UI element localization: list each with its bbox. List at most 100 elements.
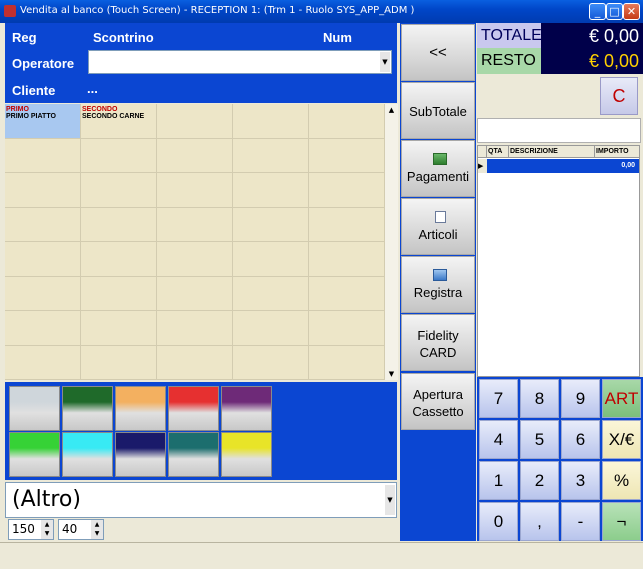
category-dropdown[interactable]: (Altro) ▼ xyxy=(5,482,397,518)
articoli-button[interactable]: Articoli xyxy=(401,198,475,255)
key-2[interactable]: 2 xyxy=(520,461,559,500)
minus-key[interactable]: - xyxy=(561,502,600,541)
key-4[interactable]: 4 xyxy=(479,420,518,459)
barcode-input[interactable] xyxy=(477,118,641,143)
close-button[interactable]: ✕ xyxy=(623,3,640,20)
empty-product-slot[interactable] xyxy=(81,138,157,173)
key-7[interactable]: 7 xyxy=(479,379,518,418)
height-spinner[interactable]: 40 ▲ ▼ xyxy=(58,519,104,540)
empty-product-slot[interactable] xyxy=(309,104,385,139)
empty-product-slot[interactable] xyxy=(309,345,385,380)
empty-product-slot[interactable] xyxy=(157,207,233,242)
key-6[interactable]: 6 xyxy=(561,420,600,459)
empty-product-slot[interactable] xyxy=(233,345,309,380)
empty-product-slot[interactable] xyxy=(5,173,81,208)
spinner-arrows-icon[interactable]: ▲ ▼ xyxy=(91,520,103,539)
color-swatch[interactable] xyxy=(168,386,219,431)
registra-button[interactable]: Registra xyxy=(401,256,475,313)
key-0[interactable]: 0 xyxy=(479,502,518,541)
empty-product-slot[interactable] xyxy=(5,138,81,173)
maximize-button[interactable]: □ xyxy=(606,3,623,20)
fidelity-label-line2: CARD xyxy=(419,345,457,360)
scroll-down-icon[interactable]: ▼ xyxy=(385,368,398,380)
empty-product-slot[interactable] xyxy=(233,104,309,139)
subtotale-button[interactable]: SubTotale xyxy=(401,82,475,139)
color-swatch[interactable] xyxy=(221,386,272,431)
empty-product-slot[interactable] xyxy=(5,207,81,242)
title-bar: Vendita al banco (Touch Screen) - RECEPT… xyxy=(0,0,643,23)
empty-product-slot[interactable] xyxy=(81,242,157,277)
color-swatch[interactable] xyxy=(62,432,113,477)
empty-product-slot[interactable] xyxy=(5,311,81,346)
enter-key[interactable]: ¬ xyxy=(602,502,641,541)
empty-product-slot[interactable] xyxy=(157,173,233,208)
pagamenti-button[interactable]: Pagamenti xyxy=(401,140,475,197)
empty-product-slot[interactable] xyxy=(309,138,385,173)
width-spinner-value: 150 xyxy=(12,522,35,536)
key-5[interactable]: 5 xyxy=(520,420,559,459)
back-button[interactable]: << xyxy=(401,24,475,81)
color-swatch[interactable] xyxy=(9,386,60,431)
empty-product-slot[interactable] xyxy=(233,276,309,311)
empty-product-slot[interactable] xyxy=(81,173,157,208)
pagamenti-label: Pagamenti xyxy=(406,169,470,184)
chevron-down-icon[interactable]: ▼ xyxy=(385,485,395,515)
empty-product-slot[interactable] xyxy=(157,345,233,380)
empty-product-slot[interactable] xyxy=(157,311,233,346)
comma-key[interactable]: , xyxy=(520,502,559,541)
empty-product-slot[interactable] xyxy=(309,276,385,311)
product-button[interactable]: PRIMO PRIMO PIATTO xyxy=(5,104,81,139)
width-spinner[interactable]: 150 ▲ ▼ xyxy=(8,519,54,540)
color-swatch[interactable] xyxy=(62,386,113,431)
apertura-cassetto-button[interactable]: Apertura Cassetto xyxy=(401,373,475,430)
key-9[interactable]: 9 xyxy=(561,379,600,418)
multiply-key[interactable]: X/€ xyxy=(602,420,641,459)
empty-product-slot[interactable] xyxy=(309,242,385,277)
empty-product-slot[interactable] xyxy=(157,104,233,139)
empty-product-slot[interactable] xyxy=(309,311,385,346)
art-key[interactable]: ART xyxy=(602,379,641,418)
empty-product-slot[interactable] xyxy=(81,311,157,346)
product-grid-scrollbar[interactable]: ▲ ▼ xyxy=(385,104,398,380)
empty-product-slot[interactable] xyxy=(233,311,309,346)
color-swatch[interactable] xyxy=(9,432,60,477)
percent-key[interactable]: % xyxy=(602,461,641,500)
table-row[interactable]: 0,00 xyxy=(487,159,639,173)
empty-product-slot[interactable] xyxy=(5,276,81,311)
empty-product-slot[interactable] xyxy=(233,173,309,208)
cliente-value[interactable]: ... xyxy=(87,81,98,96)
clear-button[interactable]: C xyxy=(600,77,638,115)
empty-product-slot[interactable] xyxy=(233,207,309,242)
fidelity-card-button[interactable]: Fidelity CARD xyxy=(401,314,475,371)
color-swatch[interactable] xyxy=(168,432,219,477)
empty-product-slot[interactable] xyxy=(81,207,157,242)
minimize-button[interactable]: _ xyxy=(589,3,606,20)
empty-product-slot[interactable] xyxy=(81,345,157,380)
empty-product-slot[interactable] xyxy=(81,276,157,311)
empty-product-slot[interactable] xyxy=(233,242,309,277)
empty-product-slot[interactable] xyxy=(5,345,81,380)
empty-product-slot[interactable] xyxy=(157,242,233,277)
empty-product-slot[interactable] xyxy=(233,138,309,173)
scroll-up-icon[interactable]: ▲ xyxy=(385,104,398,116)
product-button[interactable]: SECONDO SECONDO CARNE xyxy=(81,104,157,139)
key-3[interactable]: 3 xyxy=(561,461,600,500)
key-1[interactable]: 1 xyxy=(479,461,518,500)
spinner-arrows-icon[interactable]: ▲ ▼ xyxy=(41,520,53,539)
empty-product-slot[interactable] xyxy=(157,276,233,311)
empty-product-slot[interactable] xyxy=(309,207,385,242)
key-8[interactable]: 8 xyxy=(520,379,559,418)
color-swatch[interactable] xyxy=(115,386,166,431)
color-swatch[interactable] xyxy=(115,432,166,477)
operatore-dropdown[interactable]: ▼ xyxy=(88,50,392,74)
document-icon xyxy=(435,211,446,223)
back-button-label: << xyxy=(429,44,447,61)
empty-product-slot[interactable] xyxy=(157,138,233,173)
registra-label: Registra xyxy=(413,285,463,300)
numeric-keypad: 7 8 9 ART 4 5 6 X/€ 1 2 3% 0, - ¬ xyxy=(477,377,643,541)
empty-product-slot[interactable] xyxy=(309,173,385,208)
color-swatch[interactable] xyxy=(221,432,272,477)
empty-product-slot[interactable] xyxy=(5,242,81,277)
chevron-down-icon[interactable]: ▼ xyxy=(380,52,390,72)
column-header-importo: IMPORTO xyxy=(595,146,640,158)
